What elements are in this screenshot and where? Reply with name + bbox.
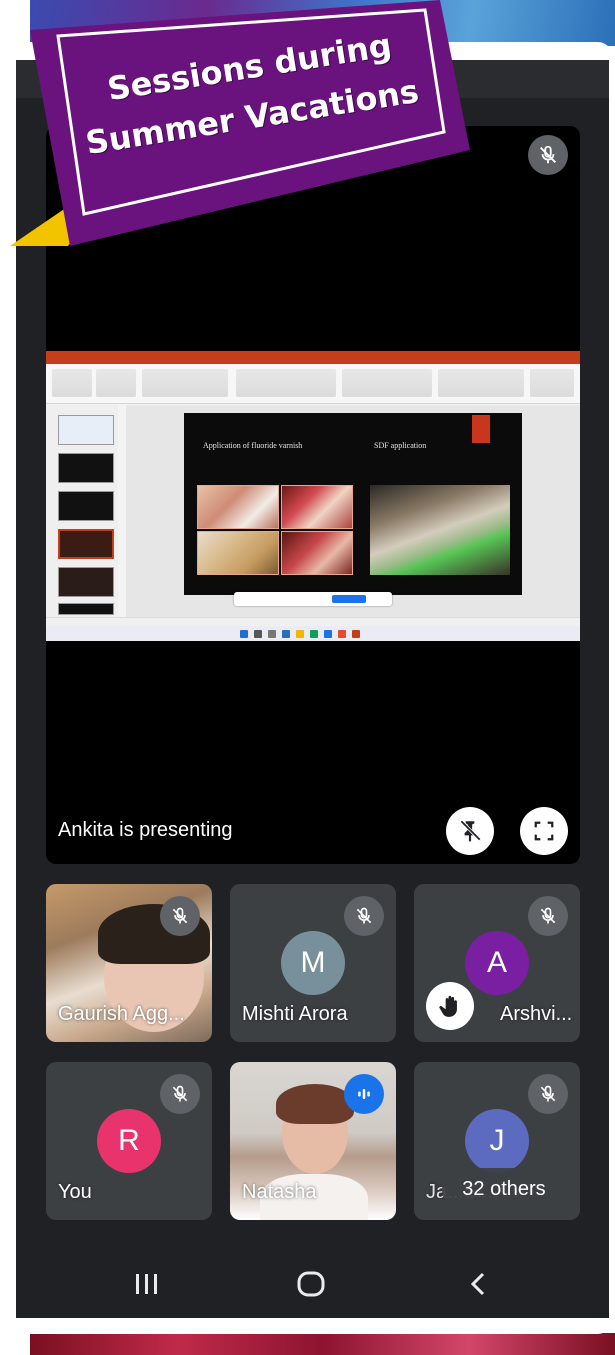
- slide-photo: [281, 485, 353, 529]
- mic-off-icon: [528, 1074, 568, 1114]
- participant-tile[interactable]: A Arshvi...: [414, 884, 580, 1042]
- presentation-mic-off-icon: [528, 135, 568, 175]
- session-banner: Sessions during Summer Vacations: [0, 0, 480, 260]
- mic-off-icon: [160, 1074, 200, 1114]
- slide-photo: [370, 485, 510, 575]
- mic-off-icon: [344, 896, 384, 936]
- participant-tile[interactable]: Natasha: [230, 1062, 396, 1220]
- participant-name: Mishti Arora: [242, 1003, 348, 1025]
- slide-photo: [197, 531, 279, 575]
- ppt-title-bar: [46, 351, 580, 364]
- android-nav-bar: [16, 1246, 609, 1318]
- shared-screen: Application of fluoride varnish SDF appl…: [46, 351, 580, 641]
- windows-taskbar: [46, 626, 580, 641]
- participant-name: Natasha: [242, 1181, 317, 1203]
- slide-accent: [472, 415, 490, 443]
- fullscreen-button[interactable]: [520, 807, 568, 855]
- participant-name: You: [58, 1181, 92, 1203]
- participant-tile[interactable]: M Mishti Arora: [230, 884, 396, 1042]
- slide: Application of fluoride varnish SDF appl…: [184, 413, 522, 595]
- slide-title-right: SDF application: [374, 441, 427, 450]
- others-count-chip[interactable]: 32 others: [442, 1168, 566, 1210]
- avatar: M: [281, 931, 345, 995]
- participant-name: Gaurish Agg...: [58, 1003, 185, 1025]
- participant-tile[interactable]: R You: [46, 1062, 212, 1220]
- avatar: J: [465, 1109, 529, 1173]
- mic-off-icon: [528, 896, 568, 936]
- stop-sharing-button: [332, 595, 366, 603]
- participant-tile[interactable]: Gaurish Agg...: [46, 884, 212, 1042]
- presenter-label: Ankita is presenting: [58, 819, 233, 841]
- speaking-indicator-icon: [344, 1074, 384, 1114]
- slide-thumbnails: [46, 405, 118, 617]
- mic-off-icon: [160, 896, 200, 936]
- background-photo-bottom: [30, 1333, 615, 1355]
- fullscreen-icon: [534, 821, 554, 841]
- avatar: A: [465, 931, 529, 995]
- slide-title-left: Application of fluoride varnish: [203, 441, 303, 450]
- participant-name: Arshvi...: [500, 1003, 573, 1025]
- slide-photo: [197, 485, 279, 529]
- ppt-status-bar: [46, 617, 580, 626]
- ppt-ribbon: [46, 364, 580, 404]
- sharing-notification-bar: [234, 592, 392, 606]
- recent-apps-icon[interactable]: [127, 1264, 167, 1304]
- participant-hair: [276, 1084, 354, 1124]
- raised-hand-icon: [426, 982, 474, 1030]
- back-icon[interactable]: [458, 1264, 498, 1304]
- avatar: R: [97, 1109, 161, 1173]
- unpin-button[interactable]: [446, 807, 494, 855]
- unpin-icon: [460, 820, 481, 842]
- home-icon[interactable]: [291, 1264, 331, 1304]
- slide-photo: [281, 531, 353, 575]
